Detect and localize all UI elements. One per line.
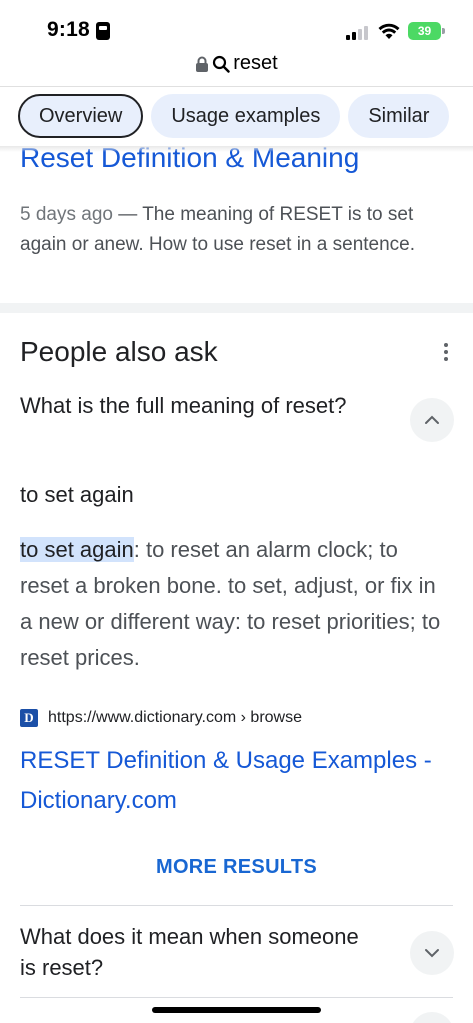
chips-shadow — [0, 146, 473, 152]
battery-indicator: 39 — [408, 22, 445, 40]
section-separator — [0, 303, 473, 313]
more-options-icon[interactable] — [438, 340, 454, 364]
chip-similar[interactable]: Similar — [348, 94, 450, 138]
answer-highlight: to set again — [20, 537, 134, 562]
chip-usage-examples[interactable]: Usage examples — [151, 94, 341, 138]
answer-short: to set again — [20, 482, 134, 507]
result-separator: — — [112, 204, 143, 225]
chips-row: Overview Usage examples Similar — [18, 94, 450, 138]
next-expand-button[interactable] — [410, 1012, 454, 1023]
chevron-down-icon — [425, 949, 439, 958]
people-also-ask-heading: People also ask — [20, 336, 218, 367]
chip-overview[interactable]: Overview — [18, 94, 144, 138]
paa-question-2[interactable]: What does it mean when someone is reset? — [20, 921, 370, 983]
url-bar[interactable]: reset — [0, 50, 473, 86]
home-indicator[interactable] — [152, 1007, 321, 1013]
paa-divider — [20, 997, 453, 998]
url-query: reset — [233, 52, 278, 74]
dictionary-favicon-icon: D — [20, 709, 38, 727]
paa-question-1[interactable]: What is the full meaning of reset? — [20, 390, 370, 421]
cellular-signal-icon — [346, 26, 370, 40]
expand-button[interactable] — [410, 931, 454, 975]
search-icon — [213, 55, 230, 73]
result-date: 5 days ago — [20, 204, 113, 225]
answer-source[interactable]: D https://www.dictionary.com › browse — [20, 709, 302, 727]
answer-long: to set again: to reset an alarm clock; t… — [20, 532, 450, 676]
wifi-icon — [378, 23, 400, 39]
status-time: 9:18 — [47, 18, 90, 41]
status-bar: 9:18 39 — [0, 0, 473, 50]
lock-icon — [196, 56, 209, 72]
collapse-button[interactable] — [410, 398, 454, 442]
source-title-link[interactable]: RESET Definition & Usage Examples - Dict… — [20, 741, 460, 821]
focus-mode-icon — [96, 22, 110, 40]
paa-divider — [20, 905, 453, 906]
result-snippet: 5 days ago — The meaning of RESET is to … — [20, 200, 450, 260]
source-url[interactable]: https://www.dictionary.com › browse — [48, 709, 302, 727]
chevron-up-icon — [425, 415, 439, 424]
more-results-button[interactable]: MORE RESULTS — [0, 856, 473, 879]
